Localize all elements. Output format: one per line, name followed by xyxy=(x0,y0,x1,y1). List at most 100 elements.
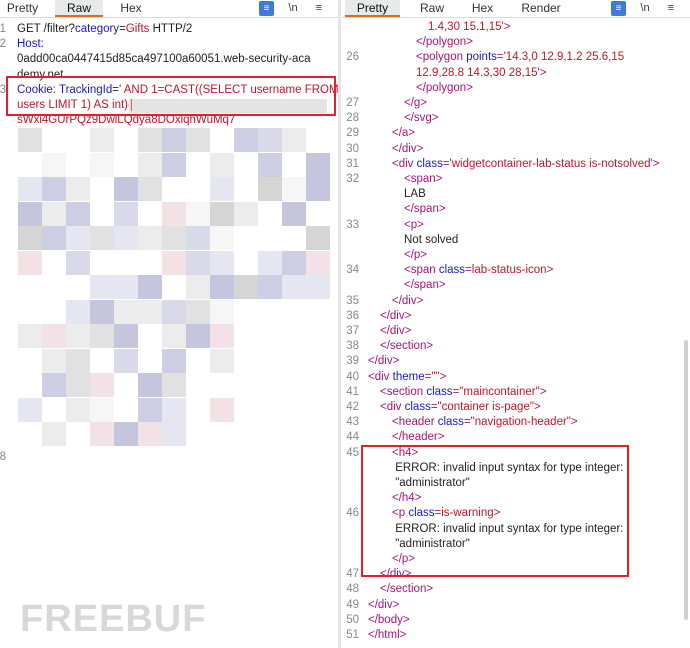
code-token: <span> xyxy=(404,173,443,185)
mosaic-block xyxy=(114,201,138,226)
line-number: 33 xyxy=(346,218,359,231)
mosaic-block xyxy=(18,128,42,152)
mosaic-block xyxy=(114,324,138,348)
mosaic-block xyxy=(114,177,138,201)
code-token: </svg> xyxy=(404,112,439,125)
tab-hex[interactable]: Hex xyxy=(110,0,152,17)
tab-raw[interactable]: Raw xyxy=(413,0,451,17)
code-line: </a> xyxy=(392,126,415,141)
code-line: <div class='widgetcontainer-lab-status i… xyxy=(392,157,659,172)
mosaic-block xyxy=(282,177,306,201)
code-line: </div> xyxy=(392,142,423,157)
mosaic-block xyxy=(18,177,42,201)
vertical-scrollbar[interactable] xyxy=(684,340,688,620)
code-line: </div> xyxy=(380,324,411,339)
tab-hex[interactable]: Hex xyxy=(465,0,500,17)
mosaic-block xyxy=(306,250,330,275)
mosaic-block xyxy=(162,422,186,446)
code-token: </g> xyxy=(404,97,428,109)
code-line: </header> xyxy=(392,430,444,445)
mosaic-block xyxy=(114,275,138,299)
code-token: </section> xyxy=(380,340,434,353)
code-token: <section xyxy=(380,385,427,398)
mosaic-block xyxy=(66,201,90,226)
code-line: </span> xyxy=(404,202,446,217)
line-number: 44 xyxy=(346,431,359,444)
code-line: </g> xyxy=(404,96,427,111)
code-token: </polygon> xyxy=(416,81,473,94)
code-token: > xyxy=(503,21,511,33)
newline-icon[interactable]: \n xyxy=(286,1,300,16)
tab-render[interactable]: Render xyxy=(515,0,567,17)
mosaic-block xyxy=(186,299,210,324)
mosaic-block xyxy=(282,250,306,275)
mosaic-block xyxy=(162,226,186,250)
line-number: 34 xyxy=(346,264,359,277)
mosaic-block xyxy=(42,324,66,348)
code-token: <polygon xyxy=(416,51,467,64)
wrap-icon[interactable]: ≡ xyxy=(259,1,274,16)
line-number: 8 xyxy=(0,451,6,463)
code-token: theme xyxy=(392,370,425,383)
mosaic-block xyxy=(90,275,114,299)
code-token: = xyxy=(442,157,450,170)
mosaic-block xyxy=(66,177,90,201)
code-token: > xyxy=(652,157,660,170)
menu-icon[interactable]: ≡ xyxy=(664,1,678,16)
mosaic-block xyxy=(138,373,162,397)
code-line: </div> xyxy=(380,309,411,324)
code-token: = xyxy=(465,264,472,277)
code-line: </div> xyxy=(392,294,423,309)
mosaic-block xyxy=(186,128,210,152)
code-line: <div class="container is-page"> xyxy=(380,400,541,415)
code-token: class xyxy=(404,401,431,413)
mosaic-block xyxy=(114,422,138,446)
mosaic-block xyxy=(210,250,234,275)
code-token: </section> xyxy=(380,583,434,596)
mosaic-block xyxy=(138,422,162,446)
request-pane: Pretty Raw Hex ≡ \n ≡ 1 GET /filter?categ… xyxy=(0,0,338,648)
mosaic-block xyxy=(306,275,330,299)
line-number: 27 xyxy=(346,97,359,109)
mosaic-block xyxy=(90,128,114,152)
tab-pretty[interactable]: Pretty xyxy=(0,0,45,17)
mosaic-block xyxy=(210,177,234,201)
code-line: </div> xyxy=(368,354,399,369)
mosaic-block xyxy=(18,324,42,348)
code-token: = xyxy=(119,23,126,35)
code-token: lab-status-icon xyxy=(471,264,547,277)
code-line: Host: xyxy=(17,37,44,52)
code-token: </span> xyxy=(404,203,446,216)
code-token: "maincontainer" xyxy=(459,385,540,398)
code-token: </html> xyxy=(368,629,407,641)
mosaic-block xyxy=(90,373,114,397)
wrap-icon[interactable]: ≡ xyxy=(611,1,626,16)
line-number: 39 xyxy=(346,355,359,368)
mosaic-block xyxy=(138,275,162,299)
code-token: </a> xyxy=(392,127,416,140)
code-token: <span xyxy=(404,264,439,277)
mosaic-block xyxy=(282,201,306,226)
mosaic-block xyxy=(138,397,162,422)
newline-icon[interactable]: \n xyxy=(638,1,652,16)
code-token: 1.4,30 15.1,15' xyxy=(428,21,504,33)
code-token: </header> xyxy=(392,431,445,444)
mosaic-block xyxy=(138,128,162,152)
mosaic-block xyxy=(258,177,282,201)
mosaic-block xyxy=(42,422,66,446)
code-line: <div theme=""> xyxy=(368,370,446,385)
cookie-highlight-box xyxy=(6,76,336,116)
mosaic-block xyxy=(90,397,114,422)
line-number: 50 xyxy=(346,613,359,626)
menu-icon[interactable]: ≡ xyxy=(312,1,326,16)
mosaic-block xyxy=(186,250,210,275)
mosaic-block xyxy=(210,152,234,177)
tab-pretty[interactable]: Pretty xyxy=(345,0,400,17)
mosaic-block xyxy=(258,152,282,177)
code-token: 'widgetcontainer-lab-status is-notsolved… xyxy=(449,157,653,170)
tab-raw[interactable]: Raw xyxy=(55,0,103,17)
mosaic-block xyxy=(234,275,258,299)
mosaic-block xyxy=(210,299,234,324)
error-highlight-box xyxy=(361,445,629,577)
mosaic-block xyxy=(66,373,90,397)
